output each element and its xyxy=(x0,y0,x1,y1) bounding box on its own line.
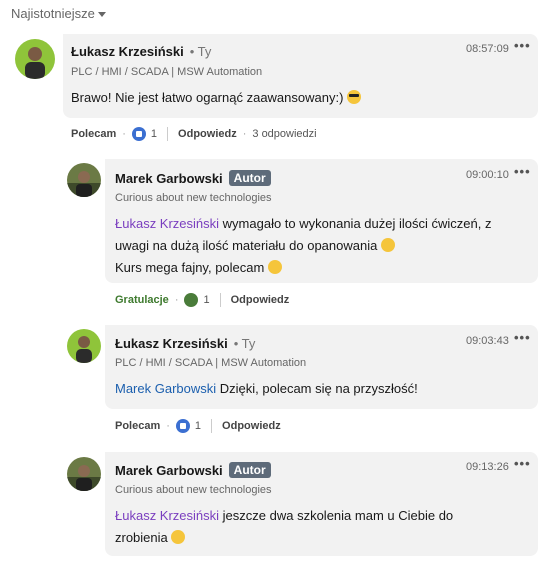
comment-text: Łukasz Krzesiński jeszcze dwa szkolenia … xyxy=(115,505,530,549)
comment-text-line: zrobienia xyxy=(115,530,168,545)
avatar[interactable] xyxy=(67,457,101,491)
comment-text-line: jeszcze dwa szkolenia mam u Ciebie do xyxy=(219,508,454,523)
author-badge: Autor xyxy=(228,462,271,478)
author-headline: Curious about new technologies xyxy=(115,484,272,496)
mention-link[interactable]: Łukasz Krzesiński xyxy=(115,508,219,523)
grin-emoji-icon xyxy=(171,530,186,544)
comment-author[interactable]: Marek Garbowski Autor xyxy=(115,462,271,478)
more-dots-icon[interactable]: ••• xyxy=(514,457,531,470)
reply: Marek Garbowski Autor Curious about new … xyxy=(0,0,558,564)
author-name[interactable]: Marek Garbowski xyxy=(115,463,223,478)
timestamp: 09:13:26 xyxy=(466,461,509,473)
